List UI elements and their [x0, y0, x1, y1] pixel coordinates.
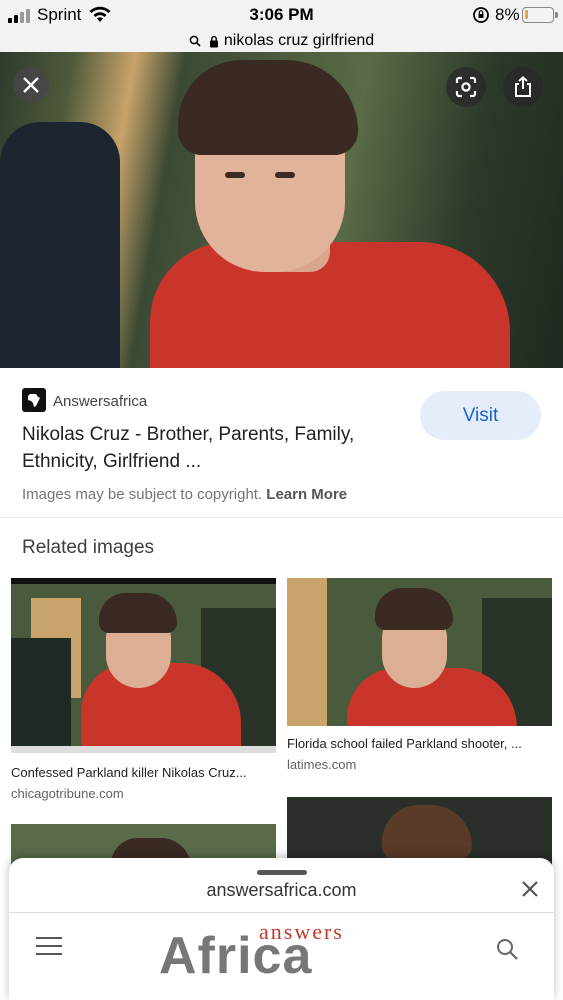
related-image-card[interactable]: Confessed Parkland killer Nikolas Cruz..…	[11, 578, 276, 801]
site-header-preview: answers Africa	[9, 913, 554, 1000]
source-site-name[interactable]: Answersafrica	[53, 393, 147, 410]
related-image-thumbnail[interactable]	[287, 797, 552, 867]
search-icon[interactable]	[495, 937, 519, 961]
lock-icon	[209, 35, 218, 47]
related-image-card[interactable]: Florida school failed Parkland shooter, …	[287, 578, 552, 772]
close-sheet-button[interactable]	[519, 878, 541, 900]
copyright-text: Images may be subject to copyright.	[22, 486, 263, 503]
logo-africa-text: Africa	[159, 927, 313, 985]
related-images-heading: Related images	[22, 537, 155, 558]
lens-icon	[455, 76, 477, 98]
lens-search-button[interactable]	[446, 67, 486, 107]
site-favicon	[22, 388, 46, 412]
share-icon	[515, 76, 531, 97]
menu-icon[interactable]	[36, 937, 62, 957]
search-icon	[189, 35, 201, 47]
related-image-caption[interactable]: Florida school failed Parkland shooter, …	[287, 736, 552, 751]
sheet-domain: answersafrica.com	[206, 880, 357, 900]
related-image-card[interactable]	[287, 797, 552, 867]
address-bar[interactable]: nikolas cruz girlfriend	[0, 30, 563, 52]
share-button[interactable]	[503, 67, 543, 107]
image-source-panel: Answersafrica Nikolas Cruz - Brother, Pa…	[0, 368, 563, 518]
close-icon	[23, 77, 39, 93]
related-image-thumbnail[interactable]	[11, 578, 276, 753]
related-image-caption[interactable]: Confessed Parkland killer Nikolas Cruz..…	[11, 765, 276, 780]
preview-image[interactable]	[0, 52, 563, 368]
related-image-domain: latimes.com	[287, 757, 357, 772]
battery-percent: 8%	[495, 5, 520, 24]
africa-map-icon	[28, 394, 40, 407]
learn-more-link[interactable]: Learn More	[266, 486, 347, 503]
copyright-notice: Images may be subject to copyright. Lear…	[22, 486, 347, 503]
battery-icon	[522, 7, 558, 23]
related-image-thumbnail[interactable]	[287, 578, 552, 726]
site-logo[interactable]: answers Africa	[159, 919, 419, 984]
drag-handle[interactable]	[257, 870, 307, 875]
address-text: nikolas cruz girlfriend	[223, 32, 375, 49]
page: Sprint 3:06 PM 8% nikolas cruz girlfrien…	[0, 0, 563, 1000]
visit-button[interactable]: Visit	[420, 391, 541, 440]
source-page-title[interactable]: Nikolas Cruz - Brother, Parents, Family,…	[22, 421, 402, 475]
related-image-domain: chicagotribune.com	[11, 786, 124, 801]
close-viewer-button[interactable]	[13, 67, 49, 103]
status-bar: Sprint 3:06 PM 8%	[0, 0, 563, 30]
site-preview-sheet[interactable]: answersafrica.com answers Africa	[9, 858, 554, 1000]
rotation-lock-icon	[473, 7, 489, 23]
